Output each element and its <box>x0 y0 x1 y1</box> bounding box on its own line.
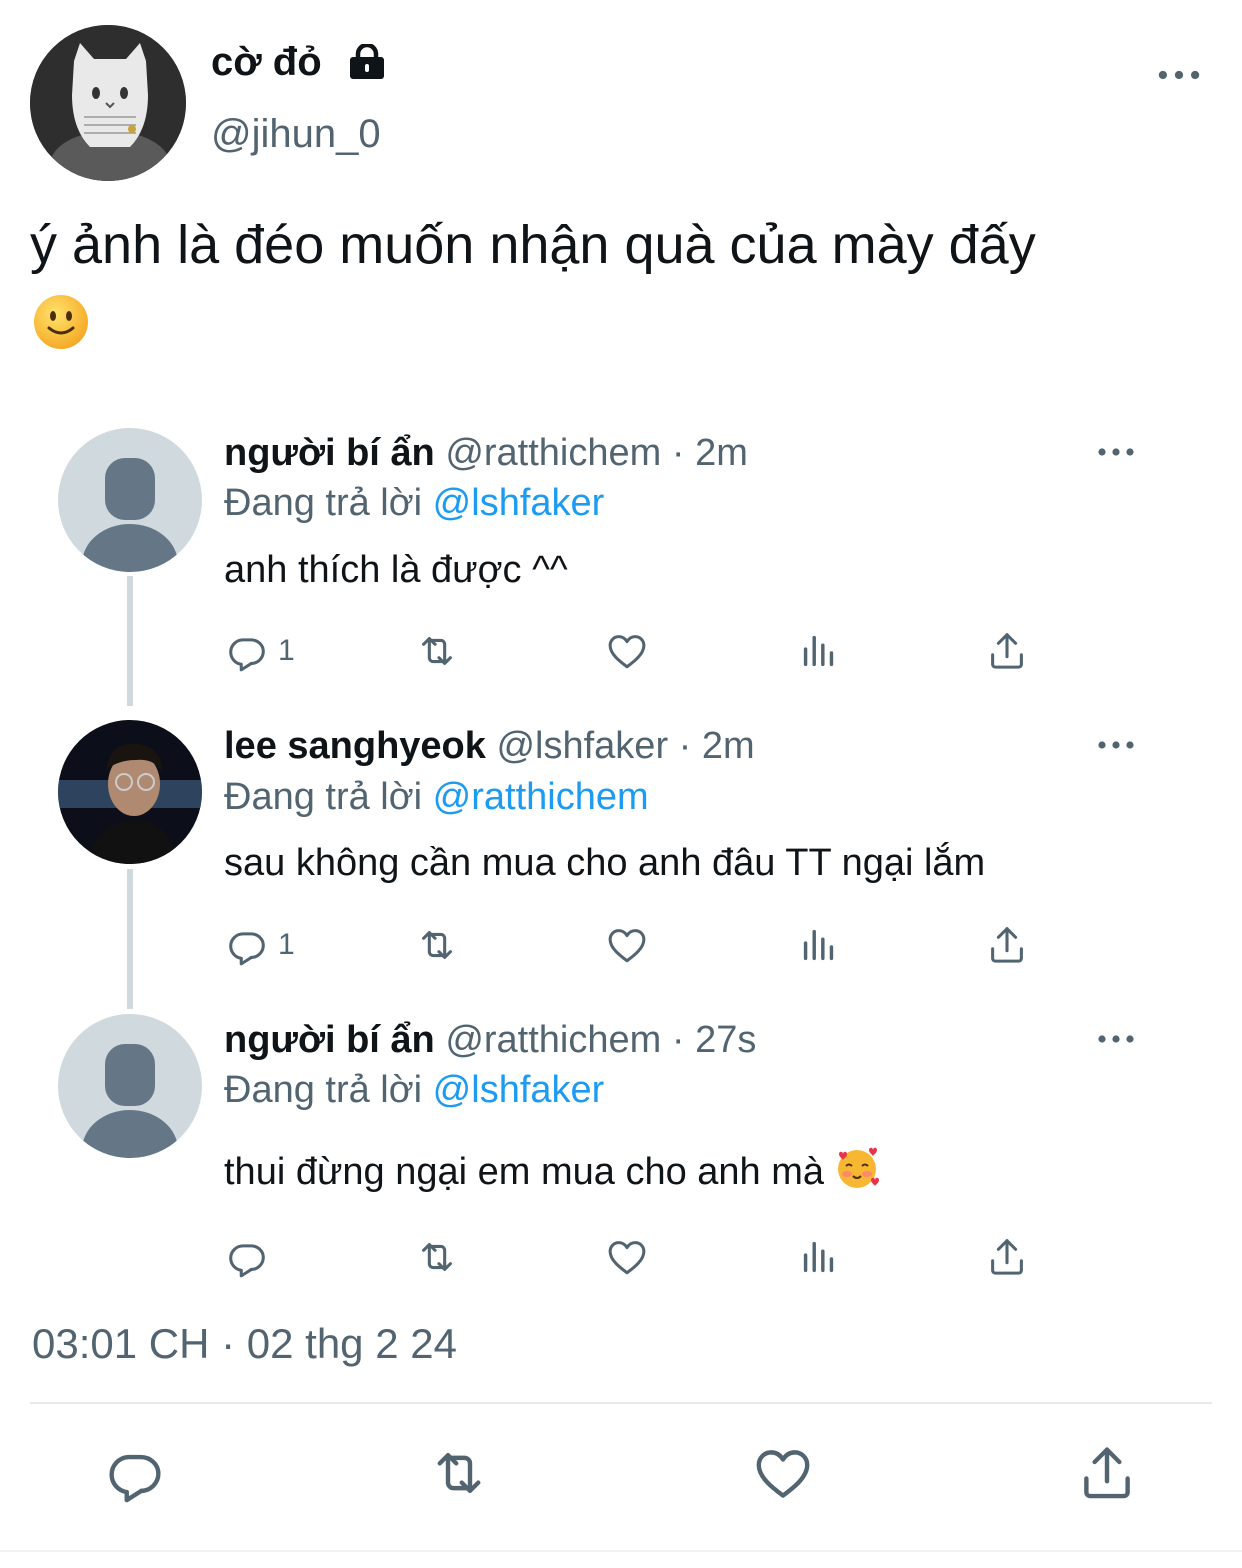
separator-dot: · <box>671 432 685 474</box>
share-button[interactable] <box>984 920 1030 970</box>
share-button[interactable] <box>1074 1440 1140 1506</box>
replying-to: Đang trả lời @lshfaker <box>224 482 604 525</box>
action-bar: 1 <box>224 626 1064 676</box>
smile-emoji-icon <box>33 294 89 350</box>
author-name[interactable]: cờ đỏ <box>211 40 322 85</box>
reply-icon <box>224 628 270 674</box>
reply-text: sau không cần mua cho anh đâu TT ngại lắ… <box>224 842 986 884</box>
separator-dot: · <box>678 725 692 767</box>
like-button[interactable] <box>604 626 650 676</box>
replying-to-label: Đang trả lời <box>224 776 423 818</box>
retweet-button[interactable] <box>414 626 460 676</box>
reply-author-name[interactable]: người bí ẩn <box>224 1019 435 1061</box>
reply-count: 1 <box>278 928 295 961</box>
reply-icon <box>224 922 270 968</box>
retweet-button[interactable] <box>414 1232 460 1282</box>
hearts-emoji-icon <box>837 1147 879 1188</box>
retweet-button[interactable] <box>426 1440 492 1506</box>
more-icon[interactable] <box>1096 733 1136 757</box>
reply-button[interactable] <box>224 1232 278 1282</box>
mention-link[interactable]: @lshfaker <box>433 482 605 524</box>
share-icon <box>984 922 1030 968</box>
retweet-icon <box>414 628 460 674</box>
retweet-icon <box>414 1234 460 1280</box>
reply-author-handle[interactable]: @lshfaker <box>496 725 668 767</box>
like-button[interactable] <box>750 1440 816 1506</box>
replying-to-label: Đang trả lời <box>224 482 423 524</box>
tweet-text: ý ảnh là đéo muốn nhận quà của mày đấy <box>30 215 1036 275</box>
views-icon <box>796 1234 842 1280</box>
more-icon[interactable] <box>1156 60 1202 90</box>
like-icon <box>604 628 650 674</box>
thread-line <box>127 869 133 1009</box>
action-bar <box>224 1232 1064 1282</box>
like-button[interactable] <box>604 920 650 970</box>
views-button[interactable] <box>796 1232 842 1282</box>
tweet-action-bar <box>0 1440 1242 1520</box>
reply-text-line: thui đừng ngại em mua cho anh mà <box>224 1146 879 1194</box>
avatar[interactable] <box>58 428 202 572</box>
lock-icon <box>346 42 388 80</box>
reply-count: 1 <box>278 634 295 667</box>
reply-author-handle[interactable]: @ratthichem <box>445 1019 661 1061</box>
tweet-timestamp[interactable]: 03:01 CH · 02 thg 2 24 <box>32 1320 457 1368</box>
views-icon <box>796 922 842 968</box>
retweet-icon <box>426 1440 492 1506</box>
retweet-icon <box>414 922 460 968</box>
like-icon <box>750 1440 816 1506</box>
reply-icon <box>224 1234 270 1280</box>
reply-text: anh thích là được ^^ <box>224 549 568 591</box>
reply-text: thui đừng ngại em mua cho anh mà <box>224 1151 825 1193</box>
reply-author-handle[interactable]: @ratthichem <box>445 432 661 474</box>
reply-time[interactable]: 2m <box>702 725 755 767</box>
divider <box>30 1402 1212 1404</box>
tweet-header: cờ đỏ @jihun_0 <box>0 0 1242 190</box>
avatar[interactable] <box>58 1014 202 1158</box>
more-icon[interactable] <box>1096 1027 1136 1051</box>
share-button[interactable] <box>984 626 1030 676</box>
reply-icon <box>102 1440 168 1506</box>
mention-link[interactable]: @lshfaker <box>433 1069 605 1111</box>
share-button[interactable] <box>984 1232 1030 1282</box>
retweet-button[interactable] <box>414 920 460 970</box>
views-button[interactable] <box>796 920 842 970</box>
reply-header: người bí ẩn @ratthichem · 27s <box>224 1019 756 1062</box>
reply-button[interactable] <box>102 1440 168 1506</box>
divider <box>0 1550 1242 1552</box>
reply-author-name[interactable]: lee sanghyeok <box>224 725 486 767</box>
action-bar: 1 <box>224 920 1064 970</box>
thread-line <box>127 576 133 706</box>
like-icon <box>604 922 650 968</box>
more-icon[interactable] <box>1096 440 1136 464</box>
share-icon <box>1074 1440 1140 1506</box>
reply-header: người bí ẩn @ratthichem · 2m <box>224 432 748 475</box>
author-handle[interactable]: @jihun_0 <box>211 112 381 157</box>
avatar[interactable] <box>58 720 202 864</box>
reply-button[interactable]: 1 <box>224 626 295 676</box>
like-icon <box>604 1234 650 1280</box>
views-icon <box>796 628 842 674</box>
author-avatar[interactable] <box>30 25 186 181</box>
mention-link[interactable]: @ratthichem <box>433 776 649 818</box>
reply-button[interactable]: 1 <box>224 920 295 970</box>
like-button[interactable] <box>604 1232 650 1282</box>
reply-header: lee sanghyeok @lshfaker · 2m <box>224 725 755 768</box>
reply-author-name[interactable]: người bí ẩn <box>224 432 435 474</box>
share-icon <box>984 628 1030 674</box>
reply-time[interactable]: 2m <box>695 432 748 474</box>
replying-to: Đang trả lời @lshfaker <box>224 1069 604 1112</box>
replying-to-label: Đang trả lời <box>224 1069 423 1111</box>
views-button[interactable] <box>796 626 842 676</box>
share-icon <box>984 1234 1030 1280</box>
replying-to: Đang trả lời @ratthichem <box>224 776 649 819</box>
reply-time[interactable]: 27s <box>695 1019 756 1061</box>
separator-dot: · <box>671 1019 685 1061</box>
